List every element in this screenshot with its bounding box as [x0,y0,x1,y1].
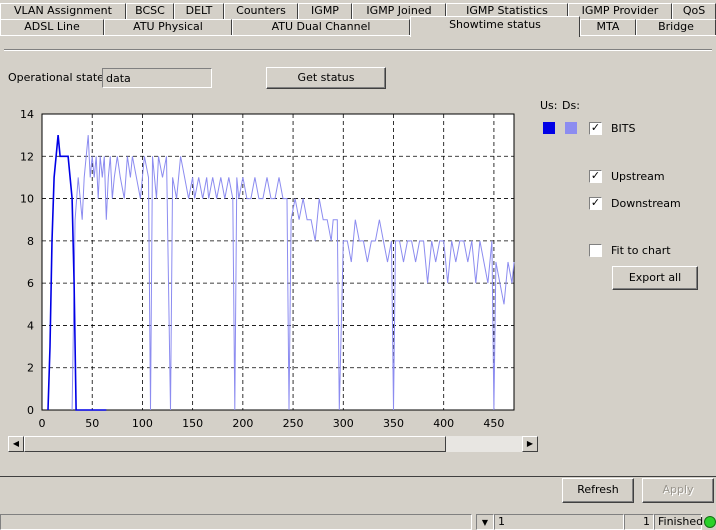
tab-qos[interactable]: QoS [672,3,716,19]
tab-igmp-provider[interactable]: IGMP Provider [568,3,672,19]
x-tick-label: 0 [39,417,46,430]
apply-button: Apply [642,478,714,503]
downstream-checkbox[interactable]: ✓ [589,197,602,210]
y-tick-label: 6 [27,277,34,290]
scroll-left-button[interactable]: ◀ [8,436,24,452]
x-tick-label: 400 [433,417,454,430]
x-tick-label: 300 [333,417,354,430]
refresh-button[interactable]: Refresh [562,478,634,503]
bits-label: BITS [611,122,636,135]
operational-state-field: data [102,68,212,88]
status-count: 1 [624,514,654,530]
tab-vlan-assignment[interactable]: VLAN Assignment [0,3,126,19]
x-tick-label: 50 [85,417,99,430]
status-dropdown[interactable]: ▼ [476,514,494,530]
status-page-value: 1 [494,514,624,530]
us-label: Us: [540,99,558,112]
x-tick-label: 450 [483,417,504,430]
status-ok-icon [704,516,716,528]
fit-to-chart-label: Fit to chart [611,244,671,257]
bits-chart: 0 2 4 6 8 10 12 14 0 50 100 150 200 250 300 350 400 450 [20,108,515,430]
tab-counters[interactable]: Counters [224,3,298,19]
arrow-left-icon: ◀ [12,439,20,448]
tab-atu-dual-channel[interactable]: ATU Dual Channel [232,19,410,36]
tab-atu-physical[interactable]: ATU Physical [104,19,232,36]
upstream-checkbox[interactable]: ✓ [589,170,602,183]
chart-plot-area [41,113,515,411]
bits-checkbox[interactable]: ✓ [589,122,602,135]
y-tick-label: 4 [27,319,34,332]
status-state: Finished [654,514,703,530]
upstream-label: Upstream [611,170,665,183]
x-tick-label: 250 [283,417,304,430]
y-tick-label: 10 [20,193,34,206]
x-tick-label: 100 [132,417,153,430]
y-tick-label: 8 [27,235,34,248]
tab-bridge[interactable]: Bridge [636,19,716,36]
ds-label: Ds: [562,99,580,112]
chevron-down-icon: ▼ [481,518,489,527]
get-status-button[interactable]: Get status [266,67,386,89]
scroll-right-button[interactable]: ▶ [522,436,538,452]
tab-bcsc[interactable]: BCSC [126,3,174,19]
tab-igmp[interactable]: IGMP [298,3,352,19]
tab-delt[interactable]: DELT [174,3,224,19]
operational-state-label: Operational state: [8,71,108,84]
us-color-swatch[interactable] [543,122,555,134]
status-bar-empty-cell [0,514,472,530]
fit-to-chart-checkbox[interactable] [589,244,602,257]
arrow-right-icon: ▶ [526,439,534,448]
y-tick-label: 2 [27,362,34,375]
x-tick-label: 200 [232,417,253,430]
tab-mta[interactable]: MTA [580,19,636,36]
check-icon: ✓ [590,196,601,209]
downstream-label: Downstream [611,197,681,210]
tab-showtime-status[interactable]: Showtime status [410,16,580,37]
y-tick-label: 0 [27,404,34,417]
x-tick-label: 350 [383,417,404,430]
check-icon: ✓ [590,121,601,134]
ds-color-swatch[interactable] [565,122,577,134]
scroll-thumb[interactable] [24,436,446,452]
check-icon: ✓ [590,169,601,182]
x-tick-label: 150 [182,417,203,430]
tab-adsl-line[interactable]: ADSL Line [0,19,104,36]
y-tick-label: 14 [20,108,34,121]
export-all-button[interactable]: Export all [612,266,698,290]
y-tick-label: 12 [20,150,34,163]
separator [4,49,712,51]
